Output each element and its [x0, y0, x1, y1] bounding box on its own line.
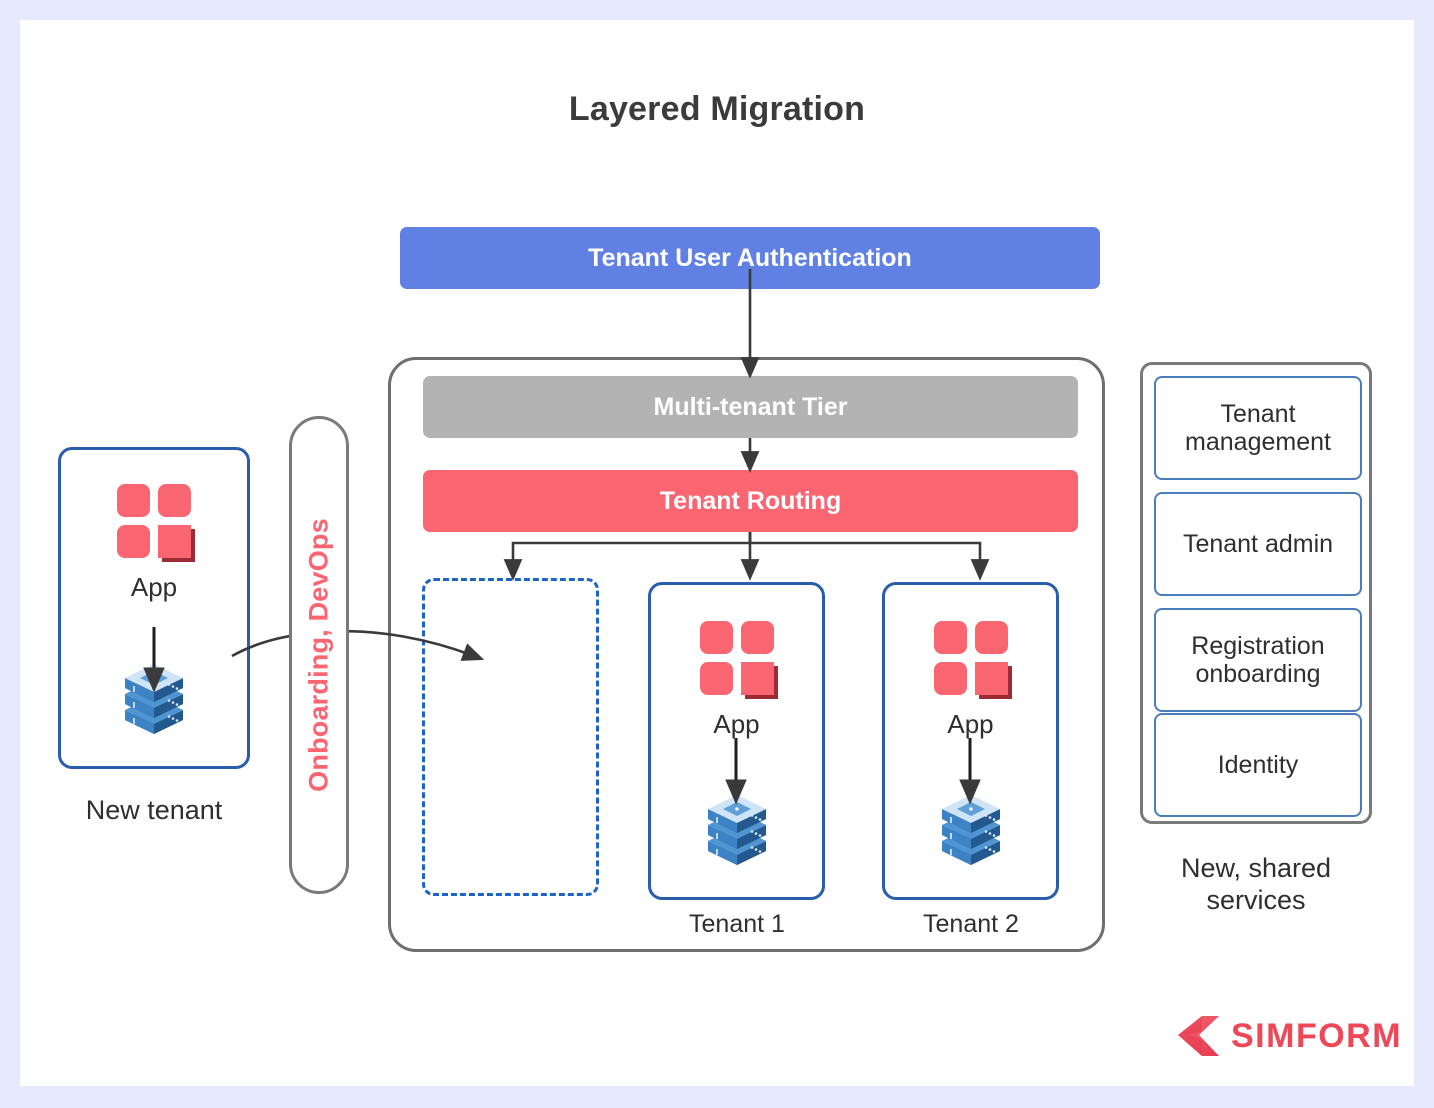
connector-layer-back: [143, 269, 990, 805]
onboarding-devops-bar[interactable]: Onboarding, DevOps: [289, 416, 349, 894]
diagram-canvas: Layered Migration Tenant User Authentica…: [20, 20, 1414, 1086]
onboarding-devops-label: Onboarding, DevOps: [303, 518, 334, 792]
